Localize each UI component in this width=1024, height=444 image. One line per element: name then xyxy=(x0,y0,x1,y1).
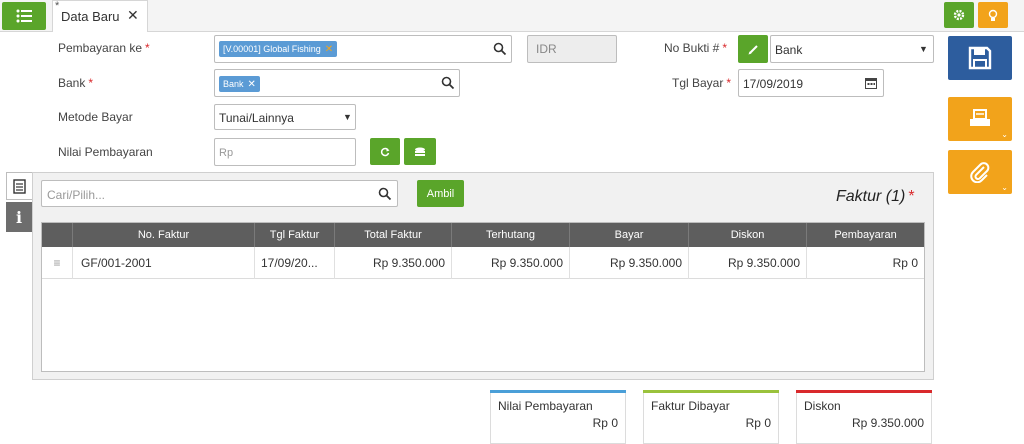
print-icon xyxy=(970,109,990,126)
cell-no-faktur: GF/001-2001 xyxy=(73,247,255,279)
attach-button[interactable]: ⌄ xyxy=(948,150,1012,194)
summary-title: Nilai Pembayaran xyxy=(498,399,593,413)
summary-diskon: Diskon Rp 9.350.000 xyxy=(796,390,932,444)
metode-bayar-select[interactable]: Tunai/Lainnya ▼ xyxy=(214,104,356,130)
tgl-bayar-field[interactable]: 17/09/2019 xyxy=(738,69,884,97)
column-header-bayar[interactable]: Bayar xyxy=(570,223,689,247)
pembayaran-ke-label: Pembayaran ke * xyxy=(58,41,150,55)
drag-handle-icon[interactable]: ≡ xyxy=(42,247,73,279)
tab-faktur-list[interactable] xyxy=(6,172,32,200)
save-icon xyxy=(968,46,992,70)
nilai-pembayaran-label: Nilai Pembayaran xyxy=(58,145,153,159)
list-menu-icon xyxy=(16,9,32,23)
cell-pembayaran[interactable]: Rp 0 xyxy=(807,247,924,279)
bank-label: Bank * xyxy=(58,76,94,90)
vendor-chip[interactable]: [V.00001] Global Fishing ✕ xyxy=(219,41,338,57)
print-button[interactable]: ⌄ xyxy=(948,97,1012,141)
column-header-terhutang[interactable]: Terhutang xyxy=(452,223,570,247)
summary-nilai-pembayaran: Nilai Pembayaran Rp 0 xyxy=(490,390,626,444)
summary-bar xyxy=(796,390,932,393)
column-header-diskon[interactable]: Diskon xyxy=(689,223,807,247)
no-bukti-label: No Bukti # * xyxy=(664,41,728,55)
document-icon xyxy=(13,178,26,194)
chevron-down-icon: ⌄ xyxy=(1001,183,1008,192)
top-bar: * Data Baru ✕ xyxy=(0,0,1024,32)
bank-field[interactable]: Bank ✕ xyxy=(214,69,460,97)
cell-diskon[interactable]: Rp 9.350.000 xyxy=(689,247,807,279)
cell-terhutang: Rp 9.350.000 xyxy=(452,247,570,279)
search-icon[interactable] xyxy=(441,76,455,90)
summary-title: Faktur Dibayar xyxy=(651,399,730,413)
invoice-table: No. Faktur Tgl Faktur Total Faktur Terhu… xyxy=(41,222,925,372)
no-bukti-select[interactable]: Bank ▼ xyxy=(770,35,934,63)
chevron-down-icon: ▼ xyxy=(343,112,352,122)
nilai-pembayaran-field[interactable]: Rp xyxy=(214,138,356,166)
summary-bar xyxy=(643,390,779,393)
faktur-title: Faktur (1) * xyxy=(836,188,915,205)
summary-value: Rp 9.350.000 xyxy=(851,416,924,430)
bank-chip[interactable]: Bank ✕ xyxy=(219,76,260,92)
metode-bayar-value: Tunai/Lainnya xyxy=(219,111,294,125)
cell-bayar[interactable]: Rp 9.350.000 xyxy=(570,247,689,279)
cell-tgl-faktur: 17/09/20... xyxy=(255,247,335,279)
save-button[interactable] xyxy=(948,36,1012,80)
stack-button[interactable] xyxy=(404,138,436,165)
pembayaran-ke-field[interactable]: [V.00001] Global Fishing ✕ xyxy=(214,35,512,63)
bulb-icon xyxy=(988,9,998,21)
paperclip-icon xyxy=(970,162,990,183)
settings-button[interactable] xyxy=(944,2,974,28)
pencil-icon xyxy=(748,44,758,54)
info-icon: i xyxy=(15,207,23,227)
close-icon[interactable]: ✕ xyxy=(127,7,139,24)
tab-info[interactable]: i xyxy=(6,202,32,232)
chevron-down-icon: ▼ xyxy=(919,44,928,54)
nilai-pembayaran-placeholder: Rp xyxy=(219,147,234,159)
metode-bayar-label: Metode Bayar xyxy=(58,110,133,124)
summary-faktur-dibayar: Faktur Dibayar Rp 0 xyxy=(643,390,779,444)
table-header: No. Faktur Tgl Faktur Total Faktur Terhu… xyxy=(42,223,924,247)
column-header-total-faktur[interactable]: Total Faktur xyxy=(335,223,452,247)
calendar-icon[interactable] xyxy=(865,77,877,89)
tab-data-baru[interactable]: * Data Baru ✕ xyxy=(52,0,148,32)
tgl-bayar-label: Tgl Bayar * xyxy=(672,76,732,90)
tab-label: Data Baru xyxy=(61,9,120,24)
gear-icon xyxy=(953,9,965,21)
refresh-button[interactable] xyxy=(370,138,400,165)
remove-chip-icon[interactable]: ✕ xyxy=(325,44,333,55)
column-header-no-faktur[interactable]: No. Faktur xyxy=(73,223,255,247)
chevron-down-icon: ⌄ xyxy=(1001,130,1008,139)
ambil-button[interactable]: Ambil xyxy=(417,180,464,207)
stack-icon xyxy=(415,147,425,156)
summary-value: Rp 0 xyxy=(592,416,618,430)
invoice-search-field[interactable]: Cari/Pilih... xyxy=(41,180,398,207)
remove-chip-icon[interactable]: ✕ xyxy=(248,79,256,90)
summary-title: Diskon xyxy=(804,399,841,413)
refresh-icon xyxy=(380,147,390,156)
tgl-bayar-value: 17/09/2019 xyxy=(743,77,804,91)
column-header-handle xyxy=(42,223,73,247)
tips-button[interactable] xyxy=(978,2,1008,28)
menu-button[interactable] xyxy=(2,2,46,30)
search-icon[interactable] xyxy=(493,42,507,56)
summary-value: Rp 0 xyxy=(745,416,771,430)
table-row[interactable]: ≡ GF/001-2001 17/09/20... Rp 9.350.000 R… xyxy=(42,247,924,279)
summary-bar xyxy=(490,390,626,393)
currency-field: IDR xyxy=(527,35,617,63)
cell-total-faktur: Rp 9.350.000 xyxy=(335,247,452,279)
column-header-tgl-faktur[interactable]: Tgl Faktur xyxy=(255,223,335,247)
invoice-search-placeholder: Cari/Pilih... xyxy=(47,188,106,202)
edit-no-bukti-button[interactable] xyxy=(738,35,768,63)
column-header-pembayaran[interactable]: Pembayaran xyxy=(807,223,924,247)
search-icon[interactable] xyxy=(378,187,392,201)
tab-modified-marker: * xyxy=(55,0,60,12)
no-bukti-value: Bank xyxy=(775,43,803,57)
